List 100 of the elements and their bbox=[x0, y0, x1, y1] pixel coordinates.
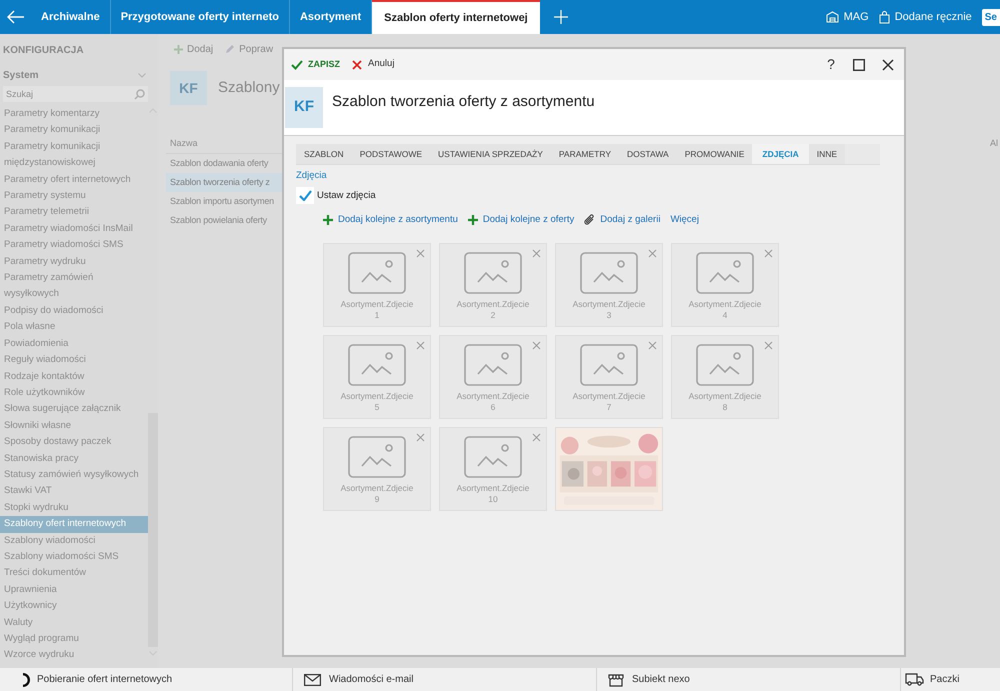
toolbar-button[interactable]: Dodaj bbox=[187, 42, 214, 56]
toolbar-button[interactable]: Popraw bbox=[239, 42, 274, 56]
tab[interactable]: DOSTAWA bbox=[619, 144, 677, 164]
sidebar-item[interactable]: Parametry wiadomości SMS bbox=[0, 237, 148, 254]
top-bar-label[interactable]: MAG bbox=[844, 8, 869, 26]
sidebar-item[interactable]: Rodzaje kontaktów bbox=[0, 368, 148, 385]
photo-tile[interactable]: Asortyment.Zdjecie 2 bbox=[439, 242, 547, 326]
tab[interactable]: SZABLON bbox=[296, 144, 352, 164]
table-row[interactable]: Szablon dodawania oferty bbox=[166, 154, 282, 173]
sidebar-item[interactable]: Sposoby dostawy paczek bbox=[0, 434, 148, 451]
sidebar-item[interactable]: Parametry wiadomości InsMail bbox=[0, 220, 148, 238]
action-link[interactable]: Dodaj z galerii bbox=[600, 213, 660, 228]
sidebar-item[interactable]: Uprawnienia bbox=[0, 582, 148, 598]
shop-icon bbox=[608, 672, 624, 686]
top-bar-button[interactable]: Se bbox=[982, 8, 1000, 26]
photo-tile[interactable]: Asortyment.Zdjecie 9 bbox=[323, 426, 431, 510]
photo-tile[interactable]: Asortyment.Zdjecie 7 bbox=[555, 334, 663, 418]
photo-number: 9 bbox=[374, 494, 380, 504]
sidebar-item[interactable]: Pola własne bbox=[0, 319, 148, 336]
tab[interactable]: INNE bbox=[808, 144, 846, 164]
sidebar-item[interactable]: Parametry komunikacji bbox=[0, 122, 148, 139]
sidebar-item[interactable]: Stawki VAT bbox=[0, 483, 148, 500]
truck-icon bbox=[905, 673, 924, 686]
sidebar-item[interactable]: Parametry ofert internetowych bbox=[0, 172, 148, 188]
sidebar-item[interactable]: Wygląd programu bbox=[0, 631, 148, 648]
status-item[interactable]: Wiadomości e-mail bbox=[329, 672, 414, 687]
sidebar-item[interactable]: Powiadomienia bbox=[0, 336, 148, 352]
sidebar-item[interactable]: Podpisy do wiadomości bbox=[0, 302, 148, 320]
status-item[interactable]: Paczki bbox=[930, 672, 960, 687]
action-link[interactable]: Więcej bbox=[670, 213, 699, 228]
back-arrow-icon[interactable] bbox=[6, 10, 24, 24]
plus-icon bbox=[323, 215, 333, 226]
photo-tile[interactable]: Asortyment.Zdjecie 5 bbox=[323, 334, 431, 418]
photo-tile[interactable]: Asortyment.Zdjecie 1 bbox=[323, 242, 431, 326]
table-row[interactable]: Szablon tworzenia oferty z bbox=[166, 173, 282, 192]
sidebar-item[interactable]: Parametry wydruku bbox=[0, 254, 148, 270]
sidebar-item[interactable]: Słowa sugerujące załącznik bbox=[0, 401, 148, 418]
tab[interactable]: PROMOWANIE bbox=[676, 144, 752, 164]
sidebar-item[interactable]: Statusy zamówień wysyłkowych bbox=[0, 466, 148, 484]
sidebar-item[interactable]: Stanowiska pracy bbox=[0, 450, 148, 467]
checkbox[interactable] bbox=[296, 187, 314, 204]
action-link[interactable]: Dodaj kolejne z oferty bbox=[482, 213, 574, 228]
sidebar-item[interactable]: Role użytkowników bbox=[0, 384, 148, 402]
sidebar-item[interactable]: Treści dokumentów bbox=[0, 565, 148, 582]
photo-number: 5 bbox=[374, 402, 380, 412]
sidebar-item[interactable]: Słowniki własne bbox=[0, 418, 148, 434]
action-link[interactable]: Dodaj kolejne z asortymentu bbox=[338, 213, 458, 228]
photo-number: 3 bbox=[606, 310, 612, 320]
sidebar-item[interactable]: Szablony wiadomości bbox=[0, 532, 148, 549]
column-header[interactable]: Al bbox=[990, 134, 1000, 154]
sidebar-item[interactable]: Wzorce wydruku bbox=[0, 647, 148, 664]
close-icon[interactable] bbox=[882, 58, 894, 70]
sidebar-item[interactable]: Parametry telemetrii bbox=[0, 204, 148, 221]
cancel-button[interactable]: Anuluj bbox=[352, 57, 394, 72]
scrollbar[interactable] bbox=[148, 413, 158, 647]
maximize-icon[interactable] bbox=[853, 58, 865, 70]
photo-label: Asortyment.Zdjecie bbox=[340, 390, 414, 402]
tab[interactable]: ZDJĘCIA bbox=[752, 144, 809, 164]
pencil-icon bbox=[225, 44, 236, 54]
image-placeholder-icon bbox=[464, 252, 522, 294]
photo-number: 6 bbox=[490, 402, 496, 412]
group-label: System bbox=[3, 68, 39, 82]
photo-number: 7 bbox=[606, 402, 612, 412]
sidebar-item[interactable]: Szablony ofert internetowych bbox=[0, 516, 148, 533]
photo-tile[interactable]: Asortyment.Zdjecie 8 bbox=[671, 334, 779, 418]
photo-label: Asortyment.Zdjecie bbox=[340, 298, 414, 310]
help-button[interactable]: ? bbox=[824, 54, 838, 75]
photo-tile[interactable]: Asortyment.Zdjecie 6 bbox=[439, 334, 547, 418]
sidebar-item[interactable]: Reguły wiadomości bbox=[0, 352, 148, 368]
top-bar-label[interactable]: Dodane ręcznie bbox=[894, 8, 972, 26]
photo-number: 4 bbox=[722, 310, 728, 320]
sidebar-item[interactable]: Parametry zamówień wysyłkowych bbox=[0, 270, 148, 303]
tab[interactable]: PODSTAWOWE bbox=[352, 144, 430, 164]
photo-tile[interactable]: Asortyment.Zdjecie 3 bbox=[555, 242, 663, 326]
tab[interactable]: PARAMETRY bbox=[550, 144, 620, 164]
sidebar-item[interactable]: Szablony wiadomości SMS bbox=[0, 548, 148, 566]
sidebar-item[interactable]: Stopki wydruku bbox=[0, 500, 148, 516]
avatar-badge: KF bbox=[285, 87, 323, 128]
sidebar-item[interactable]: Użytkownicy bbox=[0, 598, 148, 615]
table-row[interactable]: Szablon importu asortymen bbox=[166, 192, 282, 211]
sidebar-item[interactable]: Parametry komunikacji międzystanowiskowej bbox=[0, 138, 148, 172]
status-item[interactable]: Pobieranie ofert internetowych bbox=[37, 672, 172, 687]
save-button[interactable]: ZAPISZ bbox=[291, 58, 340, 72]
dialog-title: Szablon tworzenia oferty z asortymentu bbox=[332, 92, 595, 112]
page-heading: Szablony bbox=[218, 78, 280, 98]
photo-number: 8 bbox=[722, 402, 728, 412]
sidebar-item[interactable]: Waluty bbox=[0, 614, 148, 631]
section-link[interactable]: Zdjęcia bbox=[296, 169, 327, 184]
photo-tile[interactable]: Asortyment.Zdjecie 4 bbox=[671, 242, 779, 326]
tab[interactable]: USTAWIENIA SPRZEDAŻY bbox=[430, 144, 551, 164]
sidebar-item[interactable]: Parametry komentarzy bbox=[0, 106, 148, 122]
tab[interactable]: Szablon oferty internetowej bbox=[372, 0, 540, 34]
photo-tile[interactable]: Asortyment.Zdjecie 10 bbox=[439, 426, 547, 510]
photo-number: 1 bbox=[374, 310, 380, 320]
status-item[interactable]: Subiekt nexo bbox=[632, 672, 690, 687]
bag-icon bbox=[878, 10, 890, 24]
table-row[interactable]: Szablon powielania oferty bbox=[166, 211, 282, 230]
chevron-down-icon[interactable] bbox=[138, 72, 146, 78]
sidebar-item[interactable]: Parametry systemu bbox=[0, 188, 148, 204]
add-tab-icon[interactable] bbox=[554, 10, 568, 24]
